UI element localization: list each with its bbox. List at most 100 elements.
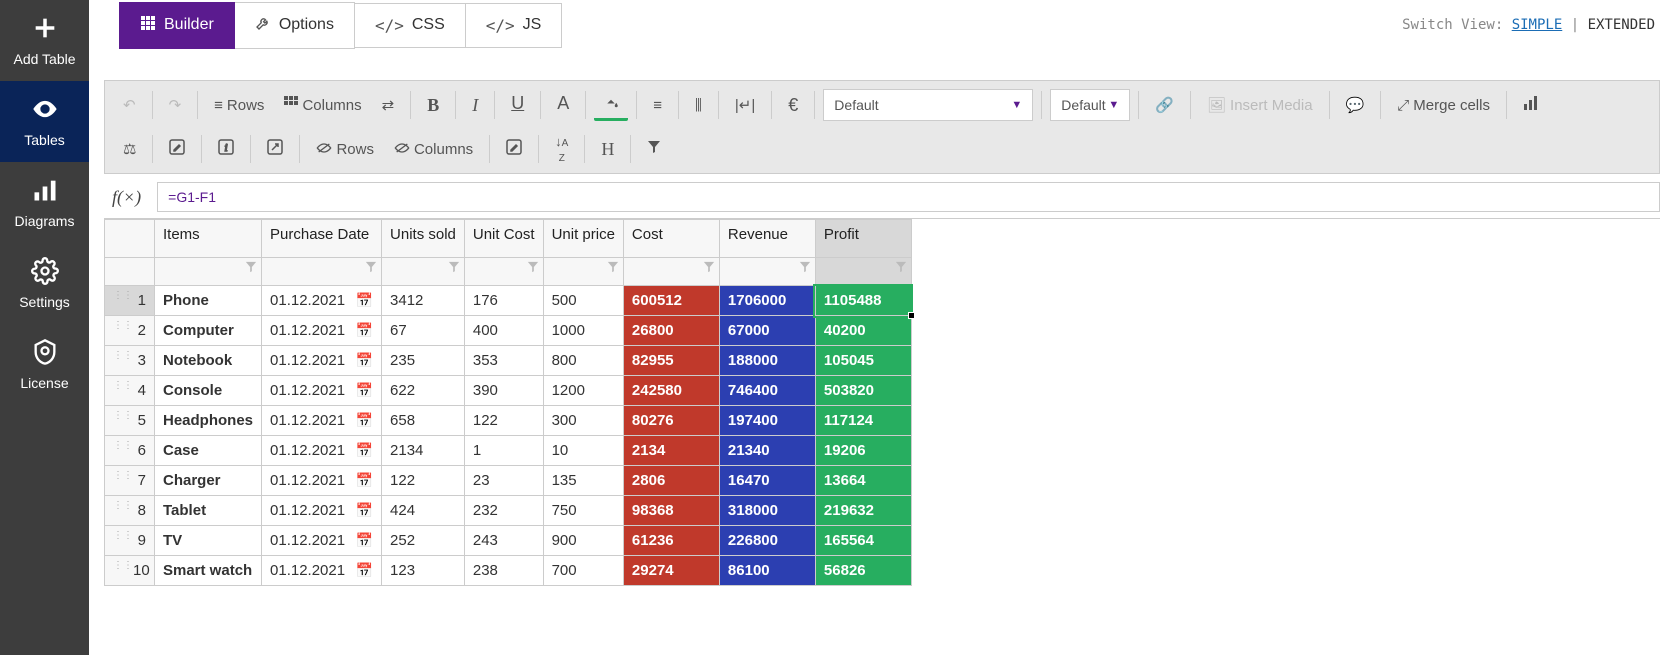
cell-date[interactable]: 01.12.2021📅 — [262, 526, 382, 556]
row-number[interactable]: ⋮⋮1 — [105, 286, 155, 316]
row-number[interactable]: ⋮⋮3 — [105, 346, 155, 376]
filter-units[interactable] — [382, 258, 465, 286]
edit2-button[interactable] — [498, 133, 530, 165]
cell-units[interactable]: 658 — [382, 406, 465, 436]
tab-js[interactable]: </> JS — [466, 3, 563, 48]
cell-revenue[interactable]: 16470 — [719, 466, 815, 496]
cell-cost[interactable]: 2806 — [623, 466, 719, 496]
calendar-icon[interactable]: 📅 — [356, 292, 373, 309]
fill-color-button[interactable] — [594, 89, 628, 121]
cell-item[interactable]: Headphones — [155, 406, 262, 436]
cell-units[interactable]: 622 — [382, 376, 465, 406]
filter-uprice[interactable] — [543, 258, 623, 286]
cell-revenue[interactable]: 67000 — [719, 316, 815, 346]
calendar-icon[interactable]: 📅 — [356, 412, 373, 429]
cell-cost[interactable]: 29274 — [623, 556, 719, 586]
cell-profit[interactable]: 1105488 — [815, 286, 911, 316]
cell-item[interactable]: Charger — [155, 466, 262, 496]
cell-date[interactable]: 01.12.2021📅 — [262, 556, 382, 586]
valign-button[interactable]: ⫼ — [687, 89, 710, 121]
cell-profit[interactable]: 165564 — [815, 526, 911, 556]
cell-item[interactable]: Phone — [155, 286, 262, 316]
calendar-icon[interactable]: 📅 — [356, 532, 373, 549]
cell-cost[interactable]: 80276 — [623, 406, 719, 436]
filter-cost[interactable] — [623, 258, 719, 286]
cell-item[interactable]: Notebook — [155, 346, 262, 376]
cell-units[interactable]: 252 — [382, 526, 465, 556]
cell-cost[interactable]: 600512 — [623, 286, 719, 316]
table-row[interactable]: ⋮⋮3Notebook01.12.2021📅235353800829551880… — [105, 346, 912, 376]
cell-profit[interactable]: 19206 — [815, 436, 911, 466]
cell-profit[interactable]: 40200 — [815, 316, 911, 346]
cell-revenue[interactable]: 746400 — [719, 376, 815, 406]
cell-unit-price[interactable]: 700 — [543, 556, 623, 586]
cell-unit-cost[interactable]: 243 — [464, 526, 543, 556]
cell-unit-price[interactable]: 750 — [543, 496, 623, 526]
sidebar-item-license[interactable]: License — [0, 324, 89, 405]
cell-item[interactable]: Smart watch — [155, 556, 262, 586]
sidebar-item-tables[interactable]: Tables — [0, 81, 89, 162]
cell-date[interactable]: 01.12.2021📅 — [262, 286, 382, 316]
row-number[interactable]: ⋮⋮7 — [105, 466, 155, 496]
col-header-date[interactable]: Purchase Date — [262, 220, 382, 258]
font-family-select[interactable]: Default▼ — [823, 89, 1033, 121]
col-header-cost[interactable]: Cost — [623, 220, 719, 258]
currency-button[interactable]: € — [780, 89, 806, 121]
calendar-icon[interactable]: 📅 — [356, 472, 373, 489]
cell-unit-price[interactable]: 1200 — [543, 376, 623, 406]
calendar-icon[interactable]: 📅 — [356, 352, 373, 369]
heading-button[interactable]: H — [593, 133, 622, 165]
row-number[interactable]: ⋮⋮2 — [105, 316, 155, 346]
calendar-icon[interactable]: 📅 — [356, 562, 373, 579]
cell-unit-cost[interactable]: 23 — [464, 466, 543, 496]
insert-media-button[interactable]: 🖼Insert Media — [1199, 89, 1321, 121]
hide-rows-button[interactable]: Rows — [308, 133, 382, 165]
tab-options[interactable]: Options — [235, 2, 355, 49]
col-header-unit-price[interactable]: Unit price — [543, 220, 623, 258]
row-number[interactable]: ⋮⋮6 — [105, 436, 155, 466]
cell-date[interactable]: 01.12.2021📅 — [262, 346, 382, 376]
cell-profit[interactable]: 13664 — [815, 466, 911, 496]
comment-button[interactable]: 💬 — [1338, 89, 1373, 121]
filter-items[interactable] — [155, 258, 262, 286]
filter-rev[interactable] — [719, 258, 815, 286]
table-row[interactable]: ⋮⋮1Phone01.12.2021📅341217650060051217060… — [105, 286, 912, 316]
calendar-icon[interactable]: 📅 — [356, 322, 373, 339]
table-row[interactable]: ⋮⋮8Tablet01.12.2021📅42423275098368318000… — [105, 496, 912, 526]
table-row[interactable]: ⋮⋮7Charger01.12.2021📅1222313528061647013… — [105, 466, 912, 496]
cell-item[interactable]: Tablet — [155, 496, 262, 526]
cell-profit[interactable]: 56826 — [815, 556, 911, 586]
cell-revenue[interactable]: 197400 — [719, 406, 815, 436]
row-number[interactable]: ⋮⋮4 — [105, 376, 155, 406]
cell-unit-cost[interactable]: 353 — [464, 346, 543, 376]
filter-date[interactable] — [262, 258, 382, 286]
cell-unit-price[interactable]: 135 — [543, 466, 623, 496]
tab-css[interactable]: </> CSS — [355, 3, 466, 48]
row-number[interactable]: ⋮⋮8 — [105, 496, 155, 526]
cell-profit[interactable]: 105045 — [815, 346, 911, 376]
cell-unit-price[interactable]: 800 — [543, 346, 623, 376]
cell-profit[interactable]: 219632 — [815, 496, 911, 526]
italic-button[interactable]: I — [464, 89, 486, 121]
cell-cost[interactable]: 2134 — [623, 436, 719, 466]
text-color-button[interactable]: A — [549, 89, 577, 121]
cell-units[interactable]: 122 — [382, 466, 465, 496]
cell-date[interactable]: 01.12.2021📅 — [262, 316, 382, 346]
cell-item[interactable]: Console — [155, 376, 262, 406]
cell-profit[interactable]: 503820 — [815, 376, 911, 406]
edit-button[interactable] — [161, 133, 193, 165]
selection-handle[interactable] — [908, 312, 915, 319]
grid-corner[interactable] — [105, 220, 155, 258]
align-button[interactable]: ≡ — [645, 89, 670, 121]
row-number[interactable]: ⋮⋮5 — [105, 406, 155, 436]
link-button[interactable]: 🔗 — [1147, 89, 1182, 121]
cell-units[interactable]: 2134 — [382, 436, 465, 466]
calendar-icon[interactable]: 📅 — [356, 442, 373, 459]
bold-button[interactable]: B — [419, 89, 447, 121]
filter-ucost[interactable] — [464, 258, 543, 286]
table-row[interactable]: ⋮⋮6Case01.12.2021📅213411021342134019206 — [105, 436, 912, 466]
cell-units[interactable]: 67 — [382, 316, 465, 346]
col-header-profit[interactable]: Profit — [815, 220, 911, 258]
cell-unit-cost[interactable]: 232 — [464, 496, 543, 526]
calendar-icon[interactable]: 📅 — [356, 382, 373, 399]
